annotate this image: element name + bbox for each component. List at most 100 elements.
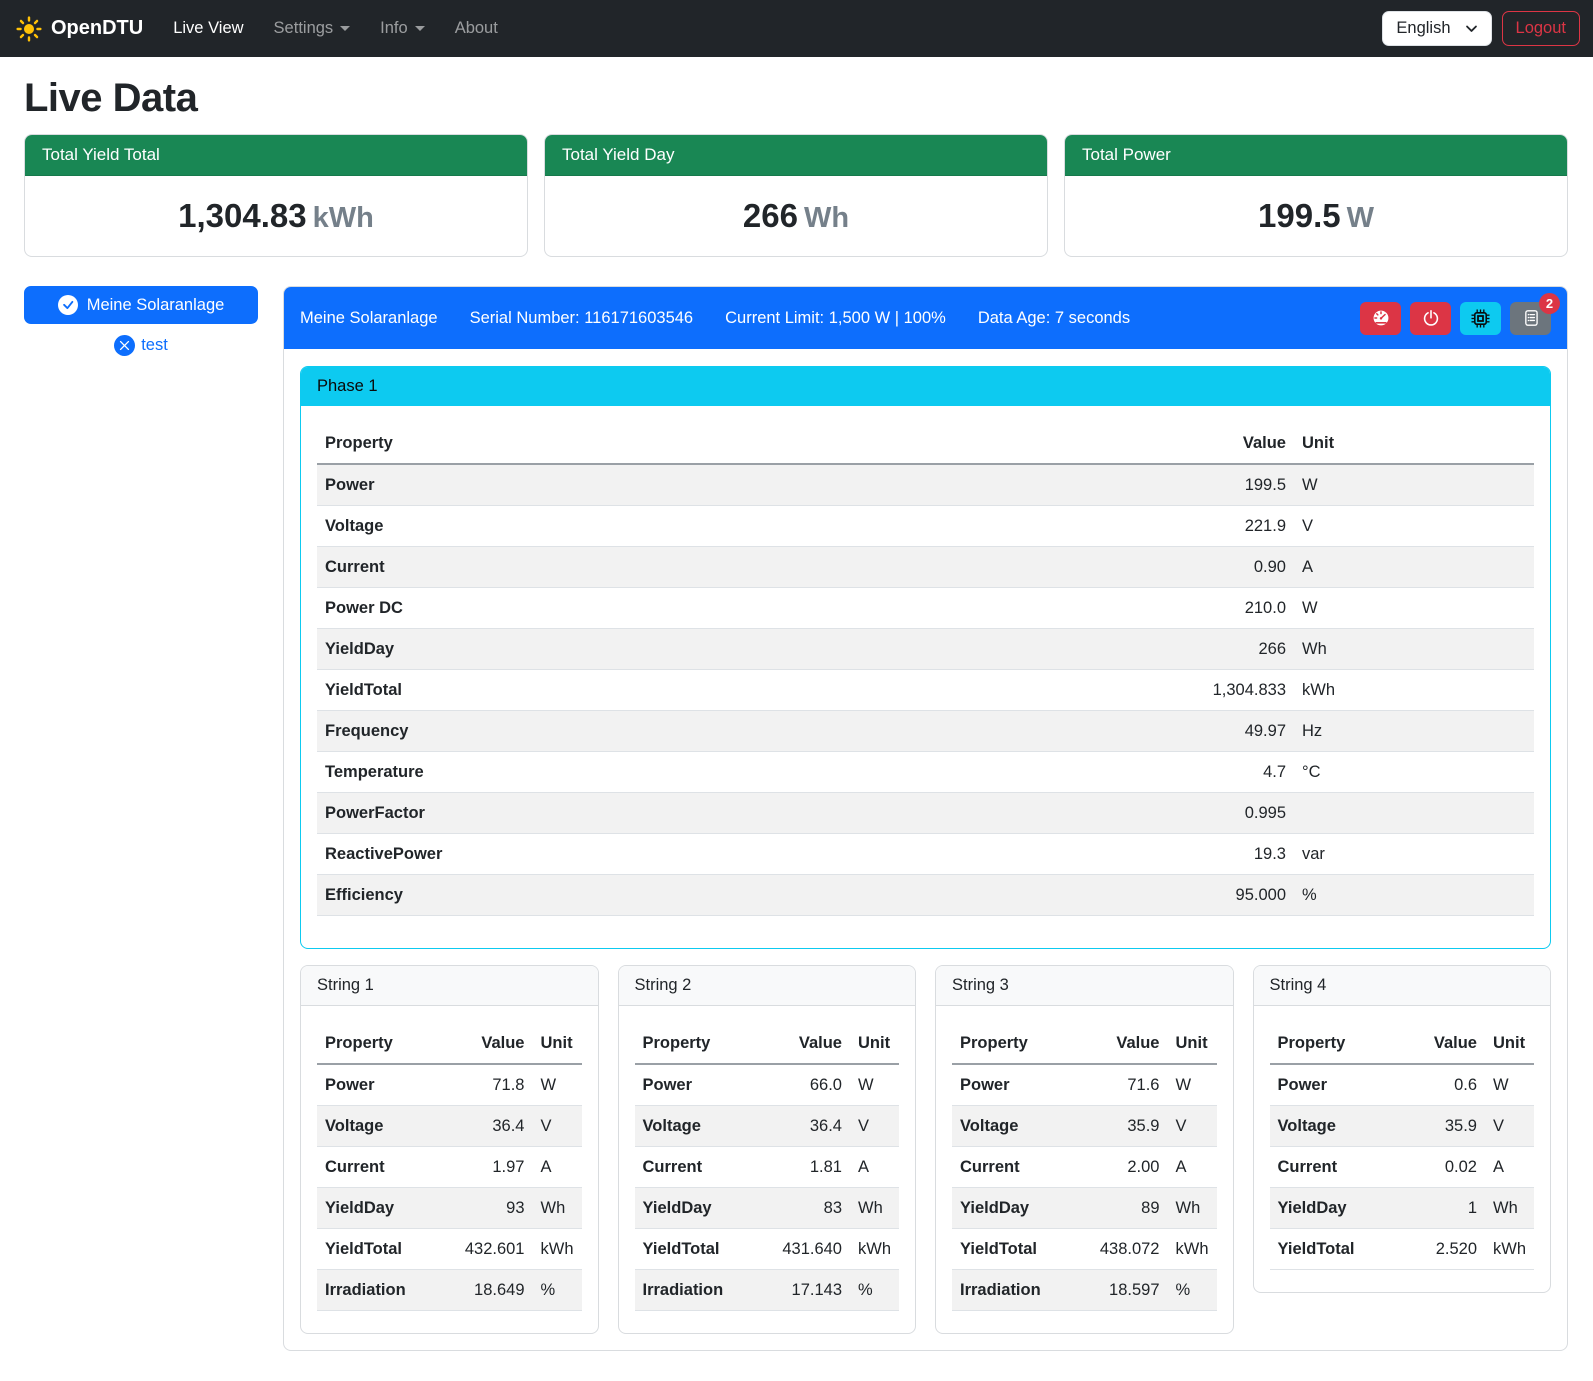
value-cell: 49.97: [1144, 711, 1294, 752]
string-table: Property Value Unit Power0.6WVoltage35.9…: [1270, 1023, 1535, 1270]
phase-table-body: Power199.5WVoltage221.9VCurrent0.90APowe…: [317, 464, 1534, 916]
inverter-item-label: test: [141, 336, 168, 355]
check-circle-icon: [58, 295, 78, 315]
caret-down-icon: [340, 26, 350, 31]
string-table-body: Power71.6WVoltage35.9VCurrent2.00AYieldD…: [952, 1064, 1217, 1311]
logout-button[interactable]: Logout: [1502, 11, 1580, 46]
inverter-serial: Serial Number: 116171603546: [470, 309, 694, 328]
nav-item-label: Info: [380, 19, 408, 38]
unit-cell: Wh: [850, 1188, 899, 1229]
language-select[interactable]: English: [1382, 11, 1491, 46]
property-column-header: Property: [952, 1023, 1083, 1064]
unit-cell: Wh: [1485, 1188, 1534, 1229]
event-log-icon: [1522, 309, 1540, 327]
property-cell: Current: [317, 1147, 448, 1188]
unit-cell: W: [1294, 464, 1534, 506]
unit-cell: kWh: [1168, 1229, 1217, 1270]
property-cell: Voltage: [317, 506, 1144, 547]
nav-item-settings[interactable]: Settings: [266, 11, 359, 46]
unit-cell: %: [533, 1270, 582, 1311]
string-card-title: String 2: [619, 966, 916, 1006]
summary-card-body: 199.5W: [1065, 176, 1567, 256]
unit-cell: W: [1168, 1064, 1217, 1106]
table-row: YieldTotal438.072kWh: [952, 1229, 1217, 1270]
property-column-header: Property: [317, 423, 1144, 464]
unit-cell: Wh: [1168, 1188, 1217, 1229]
unit-cell: kWh: [850, 1229, 899, 1270]
summary-card-title: Total Power: [1065, 135, 1567, 176]
string-table: Property Value Unit Power66.0WVoltage36.…: [635, 1023, 900, 1311]
page-title: Live Data: [24, 76, 1568, 121]
nav-item-live-view[interactable]: Live View: [165, 11, 251, 46]
string-card: String 1 Property Value Unit Power71.8WV…: [300, 965, 599, 1334]
table-row: YieldDay1Wh: [1270, 1188, 1535, 1229]
power-toggle-button[interactable]: [1410, 302, 1451, 335]
value-cell: 66.0: [765, 1064, 850, 1106]
nav-item-info[interactable]: Info: [372, 11, 433, 46]
value-cell: 95.000: [1144, 875, 1294, 916]
value-column-header: Value: [1400, 1023, 1485, 1064]
property-cell: Voltage: [317, 1106, 448, 1147]
summary-unit: Wh: [804, 202, 849, 234]
inverter-item-label: Meine Solaranlage: [87, 296, 225, 315]
main-content: Live Data Total Yield Total 1,304.83kWh …: [0, 57, 1593, 1381]
property-cell: Voltage: [952, 1106, 1083, 1147]
limit-settings-button[interactable]: [1360, 302, 1401, 335]
inverter-action-buttons: 2: [1360, 302, 1551, 335]
string-card: String 3 Property Value Unit Power71.6WV…: [935, 965, 1234, 1334]
table-row: YieldTotal431.640kWh: [635, 1229, 900, 1270]
phase-card-body: Property Value Unit Power199.5WVoltage22…: [301, 406, 1550, 948]
summary-value: 266: [743, 197, 798, 234]
language-selected-value: English: [1396, 19, 1450, 38]
value-cell: 0.995: [1144, 793, 1294, 834]
string-card-title: String 3: [936, 966, 1233, 1006]
summary-card-title: Total Yield Total: [25, 135, 527, 176]
value-cell: 2.520: [1400, 1229, 1485, 1270]
value-cell: 36.4: [448, 1106, 533, 1147]
summary-card-total-power: Total Power 199.5W: [1064, 134, 1568, 257]
value-cell: 199.5: [1144, 464, 1294, 506]
nav-item-about[interactable]: About: [447, 11, 506, 46]
value-cell: 210.0: [1144, 588, 1294, 629]
property-cell: Irradiation: [317, 1270, 448, 1311]
inverter-name: Meine Solaranlage: [300, 309, 438, 328]
nav-item-label: About: [455, 19, 498, 38]
unit-cell: %: [1294, 875, 1534, 916]
property-cell: YieldDay: [635, 1188, 766, 1229]
string-card-body: Property Value Unit Power71.8WVoltage36.…: [301, 1006, 598, 1333]
inverter-item-test[interactable]: test: [24, 335, 258, 356]
event-log-button[interactable]: 2: [1510, 302, 1551, 335]
table-row: Power66.0W: [635, 1064, 900, 1106]
value-cell: 36.4: [765, 1106, 850, 1147]
value-column-header: Value: [765, 1023, 850, 1064]
property-cell: Frequency: [317, 711, 1144, 752]
unit-cell: Hz: [1294, 711, 1534, 752]
table-row: YieldDay89Wh: [952, 1188, 1217, 1229]
table-row: YieldDay93Wh: [317, 1188, 582, 1229]
inverter-item-selected[interactable]: Meine Solaranlage: [24, 286, 258, 324]
property-cell: Current: [952, 1147, 1083, 1188]
value-cell: 4.7: [1144, 752, 1294, 793]
string-table-body: Power71.8WVoltage36.4VCurrent1.97AYieldD…: [317, 1064, 582, 1311]
value-cell: 19.3: [1144, 834, 1294, 875]
table-row: YieldDay83Wh: [635, 1188, 900, 1229]
property-cell: Current: [635, 1147, 766, 1188]
phase-table: Property Value Unit Power199.5WVoltage22…: [317, 423, 1534, 916]
value-cell: 18.597: [1083, 1270, 1168, 1311]
value-cell: 432.601: [448, 1229, 533, 1270]
nav-item-label: Settings: [274, 19, 334, 38]
property-cell: YieldDay: [317, 1188, 448, 1229]
table-row: Power199.5W: [317, 464, 1534, 506]
property-cell: YieldTotal: [317, 1229, 448, 1270]
device-info-button[interactable]: [1460, 302, 1501, 335]
brand[interactable]: OpenDTU: [16, 16, 143, 42]
table-row: Power71.6W: [952, 1064, 1217, 1106]
string-table: Property Value Unit Power71.6WVoltage35.…: [952, 1023, 1217, 1311]
string-card: String 4 Property Value Unit Power0.6WVo…: [1253, 965, 1552, 1293]
summary-card-total-yield-total: Total Yield Total 1,304.83kWh: [24, 134, 528, 257]
property-cell: Current: [1270, 1147, 1401, 1188]
inverter-data-age: Data Age: 7 seconds: [978, 309, 1130, 328]
property-column-header: Property: [317, 1023, 448, 1064]
table-row: Irradiation17.143%: [635, 1270, 900, 1311]
table-row: Irradiation18.649%: [317, 1270, 582, 1311]
